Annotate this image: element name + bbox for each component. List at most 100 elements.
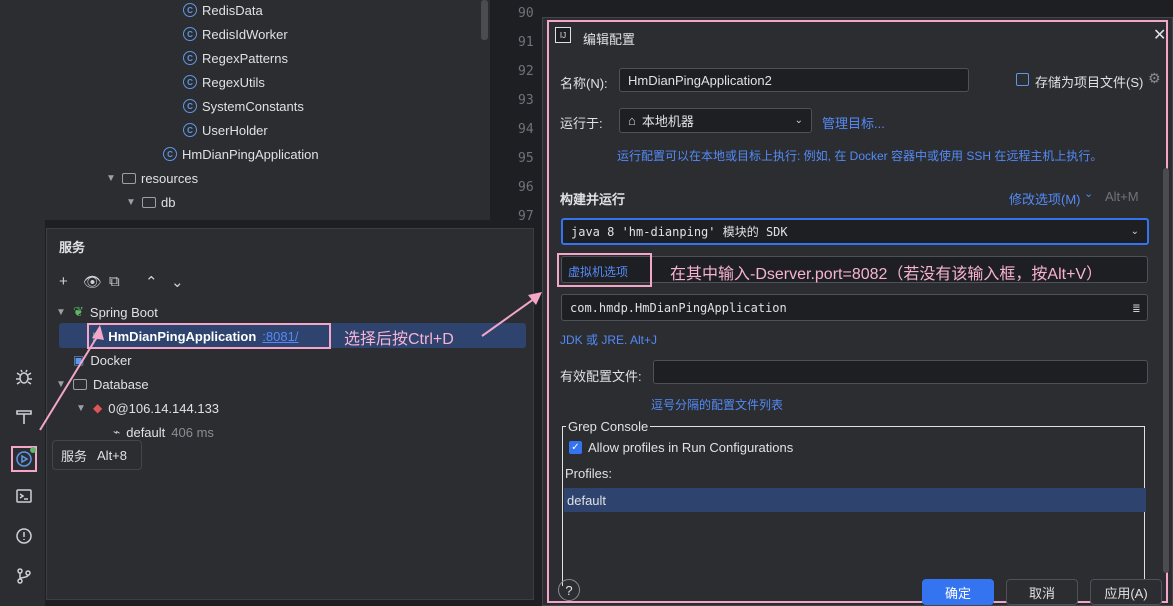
tree-item-label: UserHolder [202,122,268,138]
tooltip-shortcut: Alt+8 [97,447,128,463]
tree-item-label: HmDianPingApplication [182,146,319,162]
main-class-input[interactable]: com.hmdp.HmDianPingApplication ≣ [561,294,1148,321]
line-number: 95 [518,151,534,166]
sdk-select[interactable]: java 8 'hm-dianping' 模块的 SDK ⌄ [561,218,1149,245]
sdk-value: java 8 'hm-dianping' 模块的 SDK [571,225,788,239]
dialog-scrollbar[interactable] [1163,168,1169,573]
browse-list-icon[interactable]: ≣ [1133,301,1140,315]
new-tab-icon[interactable]: ⧉ [109,273,120,290]
folder-icon [73,378,87,390]
project-tree: C RedisData C RedisIdWorker C RegexPatte… [0,0,490,220]
modify-options-link[interactable]: 修改选项(M) [1009,189,1081,208]
allow-profiles-checkbox[interactable]: ✓ [569,441,582,454]
tree-node-label: default [126,424,166,440]
tree-item-label: RegexPatterns [202,50,288,66]
tree-item-hmdianpingapplication[interactable]: C HmDianPingApplication [163,142,319,166]
expand-all-icon[interactable]: ⌃ [145,273,158,291]
name-input[interactable]: HmDianPingApplication2 [619,68,969,92]
grep-console-title: Grep Console [566,419,651,434]
manage-targets-link[interactable]: 管理目标... [822,113,885,132]
help-button[interactable]: ? [558,579,580,601]
store-project-file-label: 存储为项目文件(S) [1035,75,1144,90]
editor-gutter: 90 91 92 93 94 95 96 97 [490,0,545,230]
home-icon: ⌂ [628,113,636,128]
ok-button[interactable]: 确定 [922,579,994,605]
tree-item-redisidworker[interactable]: C RedisIdWorker [183,22,288,46]
line-number: 90 [518,6,534,21]
tree-item-redisdata[interactable]: C RedisData [183,0,263,22]
problems-icon[interactable] [13,525,35,547]
chevron-down-icon[interactable]: ▼ [55,307,67,318]
run-on-value: 本地机器 [641,114,694,129]
line-number: 91 [518,35,534,50]
run-on-label: 运行于: [560,116,603,131]
class-icon: C [183,123,197,137]
active-profiles-label: 有效配置文件: [560,369,642,384]
allow-profiles-label: Allow profiles in Run Configurations [588,440,794,455]
latency-label: 406 ms [171,424,214,440]
tree-node-label: Database [93,376,149,392]
debug-bug-icon[interactable] [13,366,35,388]
spring-app-class-icon: C [163,147,177,161]
apply-button[interactable]: 应用(A) [1090,579,1162,605]
run-on-hint: 运行配置可以在本地或目标上执行: 例如, 在 Docker 容器中或使用 SSH… [617,149,1103,163]
tree-item-regexutils[interactable]: C RegexUtils [183,70,265,94]
profiles-item-label: default [567,492,607,508]
tree-item-systemconstants[interactable]: C SystemConstants [183,94,304,118]
active-profiles-input[interactable] [653,360,1148,384]
tree-node-app[interactable]: ▷ HmDianPingApplication :8081/ [93,324,298,348]
annotation-select-hint: 选择后按Ctrl+D [344,331,454,348]
store-project-file-checkbox[interactable] [1016,73,1029,86]
chevron-down-icon[interactable]: ▼ [105,173,117,184]
cancel-button[interactable]: 取消 [1006,579,1078,605]
modify-options-shortcut: Alt+M [1105,189,1139,204]
eye-icon[interactable]: 👁 [83,273,102,291]
tree-node-label: 0@106.14.144.133 [108,400,220,416]
tree-item-label: RedisIdWorker [202,26,288,42]
app-port-link[interactable]: :8081/ [262,329,298,344]
add-icon[interactable]: + [59,273,68,290]
schema-icon: ⌁ [113,425,121,439]
panel-title: 服务 [59,240,86,255]
class-icon: C [183,3,197,17]
services-icon[interactable] [11,446,37,472]
tree-item-label: RedisData [202,2,263,18]
edit-configuration-dialog: IJ 编辑配置 ✕ 名称(N): HmDianPingApplication2 … [542,17,1173,606]
git-branch-icon[interactable] [13,565,35,587]
collapse-all-icon[interactable]: ⌄ [171,273,184,291]
close-icon[interactable]: ✕ [1153,25,1166,45]
tree-node-label: Spring Boot [89,304,158,320]
gear-icon[interactable]: ⚙ [1148,70,1161,87]
tree-node-label: Docker [90,352,132,368]
line-number: 97 [518,209,534,224]
profiles-list-item[interactable]: default [564,488,1146,512]
jdk-hint: JDK 或 JRE. Alt+J [560,333,658,347]
tree-item-label: RegexUtils [202,74,265,90]
class-icon: C [183,99,197,113]
chevron-down-icon[interactable]: ▼ [55,379,67,390]
run-on-select[interactable]: ⌂ 本地机器 ⌄ [619,108,812,133]
running-indicator [30,447,36,453]
tree-scrollbar[interactable] [481,0,488,40]
resources-folder-icon [122,172,136,184]
chevron-down-icon[interactable]: ▼ [75,403,87,414]
tree-item-label: resources [141,170,199,186]
build-run-heading: 构建并运行 [560,192,626,207]
tree-item-db[interactable]: ▼ db [125,190,175,214]
tree-item-regexpatterns[interactable]: C RegexPatterns [183,46,288,70]
chevron-down-icon: ⌄ [794,115,803,126]
tree-node-docker[interactable]: ▣ Docker [73,348,132,372]
tree-node-spring-boot[interactable]: ▼ ❦ Spring Boot [55,300,158,324]
tree-node-db-connection[interactable]: ▼ ◆ 0@106.14.144.133 [75,396,219,420]
vm-options-placeholder: 虚拟机选项 [568,265,629,279]
terminal-icon[interactable] [13,485,35,507]
chevron-down-icon[interactable]: ▼ [125,197,137,208]
tree-node-database[interactable]: ▼ Database [55,372,149,396]
tree-item-userholder[interactable]: C UserHolder [183,118,268,142]
line-number: 92 [518,64,534,79]
line-number: 96 [518,180,534,195]
chevron-down-icon: ⌄ [1130,226,1139,237]
build-hammer-icon[interactable] [13,406,35,428]
annotation-vm-hint: 在其中输入-Dserver.port=8082（若没有该输入框，按Alt+V） [670,266,1103,283]
tree-item-resources[interactable]: ▼ resources [105,166,198,190]
